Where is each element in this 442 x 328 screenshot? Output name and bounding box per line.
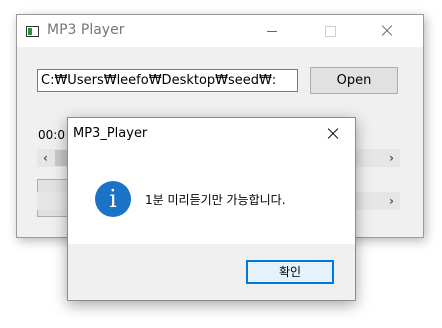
minimize-icon	[267, 30, 277, 32]
scroll-thumb[interactable]	[55, 150, 67, 166]
scroll-left-button[interactable]: ‹	[37, 149, 54, 167]
chevron-left-icon: ‹	[43, 151, 48, 165]
dialog-close-button[interactable]	[310, 118, 356, 150]
close-icon	[327, 128, 339, 140]
volume-right-button[interactable]: ›	[383, 192, 400, 210]
ok-button[interactable]: 확인	[246, 260, 334, 284]
information-icon: i	[95, 181, 131, 217]
file-path-field[interactable]: C:₩Users₩leefo₩Desktop₩seed₩:	[37, 69, 298, 92]
maximize-button[interactable]	[307, 15, 353, 47]
close-button[interactable]	[364, 15, 410, 47]
message-dialog: MP3_Player i 1분 미리듣기만 가능합니다. 확인	[67, 117, 356, 301]
dialog-footer: 확인	[68, 244, 355, 300]
maximize-icon	[324, 25, 336, 37]
time-label: 00:0	[38, 128, 65, 142]
dialog-message: 1분 미리듣기만 가능합니다.	[145, 193, 286, 207]
dialog-title: MP3_Player	[73, 126, 148, 141]
minimize-button[interactable]	[249, 15, 295, 47]
title-bar[interactable]: MP3 Player	[17, 15, 423, 47]
open-button[interactable]: Open	[310, 67, 398, 94]
scroll-right-button[interactable]: ›	[383, 149, 400, 167]
close-icon	[381, 25, 393, 37]
chevron-right-icon: ›	[389, 194, 394, 208]
window-title: MP3 Player	[47, 22, 125, 38]
chevron-right-icon: ›	[389, 151, 394, 165]
app-icon	[26, 26, 39, 37]
